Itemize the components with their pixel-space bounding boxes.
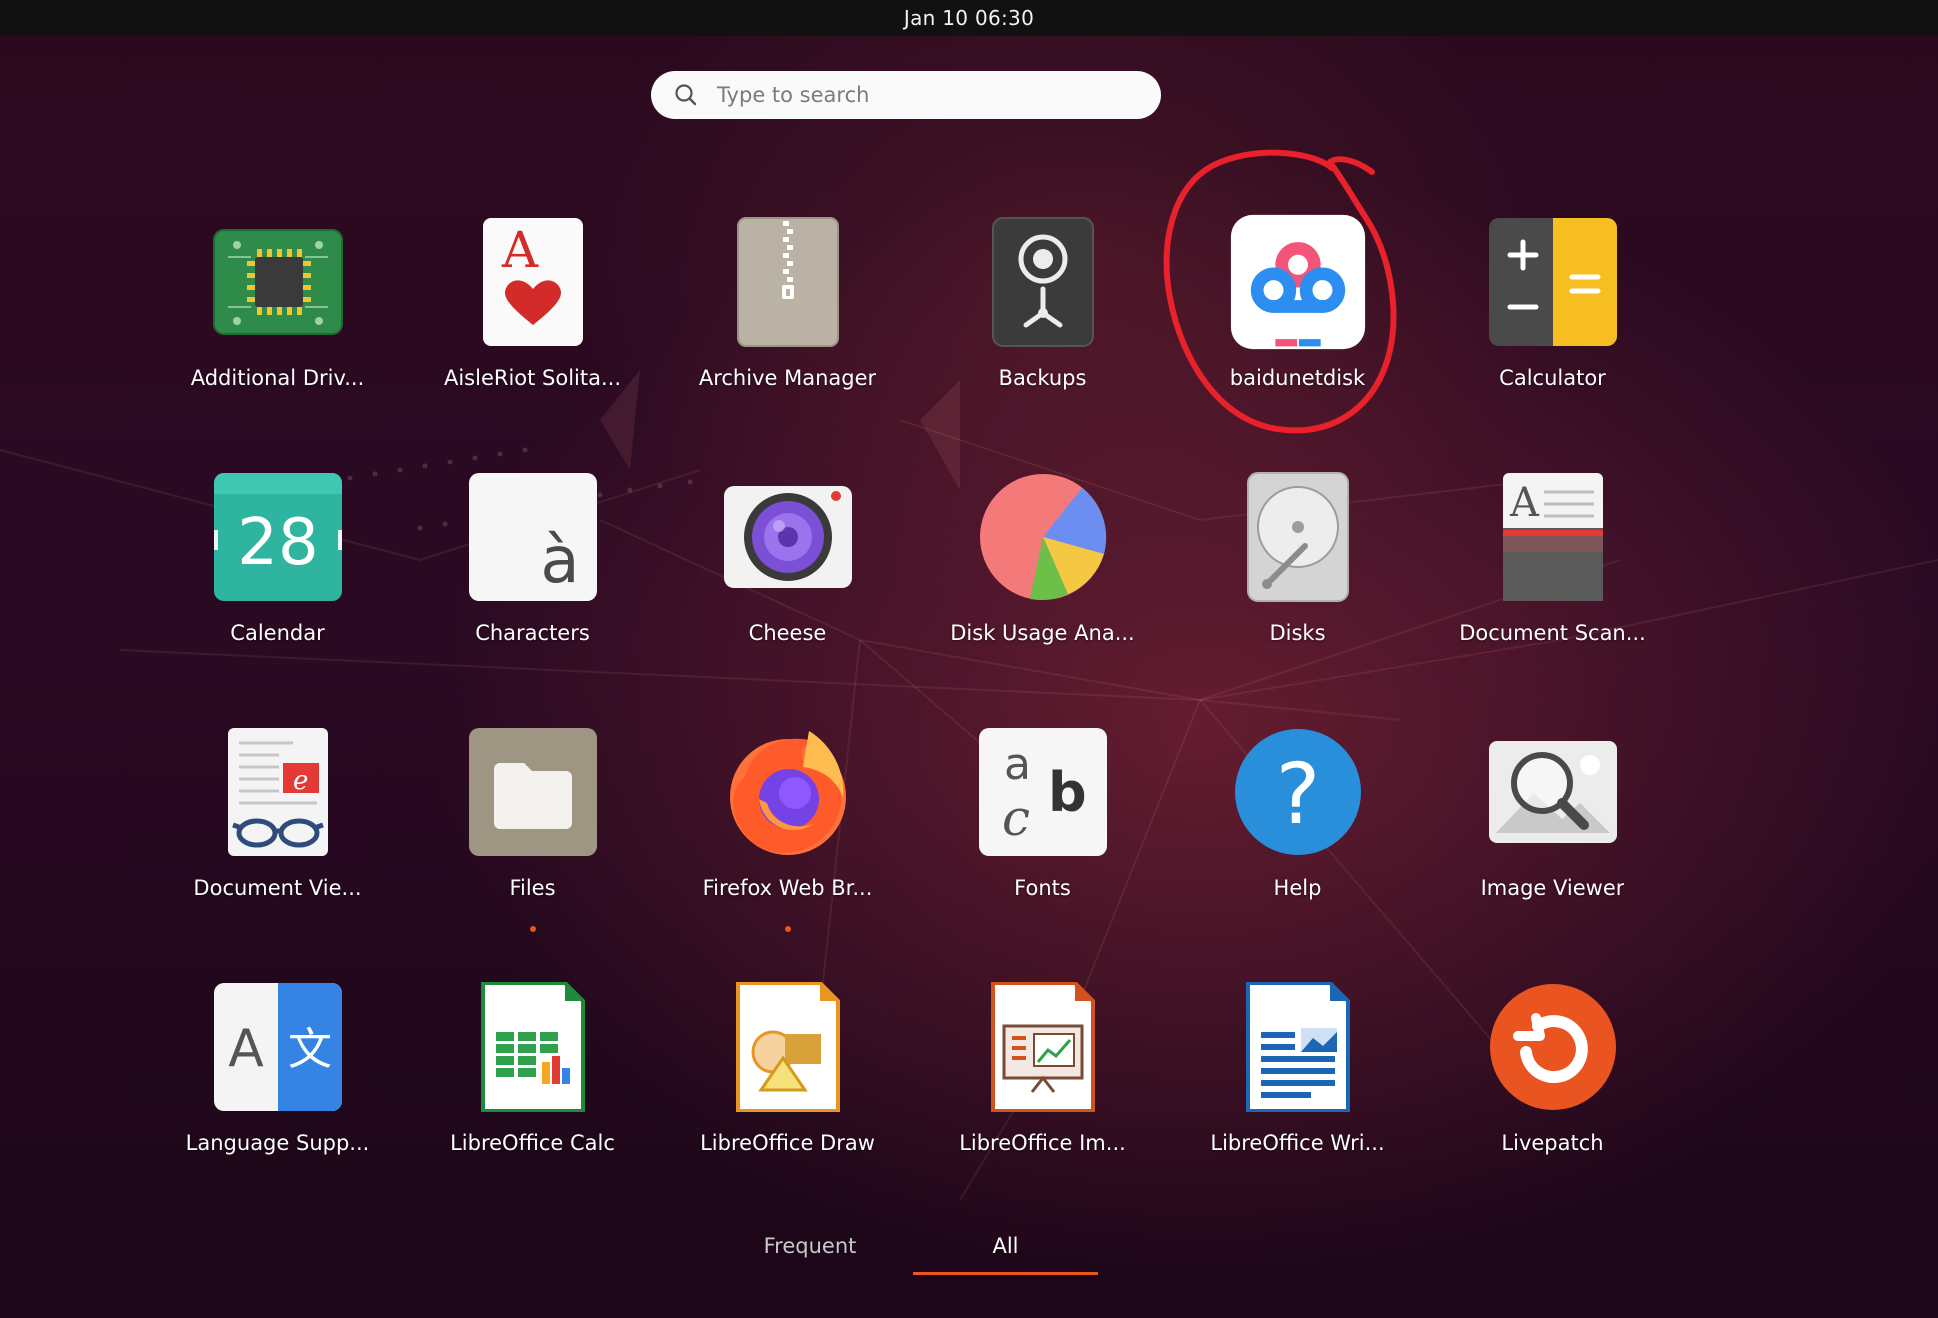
app-label: LibreOffice Wri... [1210,1131,1385,1155]
app-label: Files [509,876,556,900]
app-label: LibreOffice Im... [959,1131,1126,1155]
app-label: Language Supp... [185,1131,370,1155]
svg-text:文: 文 [288,1024,332,1075]
app-disks[interactable]: Disks [1170,455,1425,710]
app-help[interactable]: ? Help [1170,710,1425,965]
firefox-icon [729,731,846,855]
document-viewer-icon: e [227,728,328,856]
app-aisleriot-solitaire[interactable]: A AisleRiot Solita... [405,200,660,455]
hard-disk-icon [1246,472,1349,602]
calculator-icon [1488,218,1617,346]
camera-icon [723,486,852,588]
app-label: Document Scan... [1459,621,1646,645]
folder-icon [468,728,597,856]
running-indicator [784,926,791,932]
svg-text:b: b [1048,761,1087,824]
language-icon: A 文 [213,983,342,1111]
help-icon: ? [1234,729,1361,855]
app-label: baidunetdisk [1229,366,1366,390]
safe-icon [991,217,1094,347]
app-label: Disks [1269,621,1326,645]
app-fonts[interactable]: a c b Fonts [915,710,1170,965]
baidu-cloud-icon [1230,214,1365,350]
svg-text:A: A [501,221,539,279]
app-document-viewer[interactable]: e Document Vie... [150,710,405,965]
app-files[interactable]: Files [405,710,660,965]
libreoffice-calc-icon [480,982,585,1112]
svg-text:A: A [228,1019,264,1079]
svg-text:e: e [293,766,308,796]
app-disk-usage-analyzer[interactable]: Disk Usage Ana... [915,455,1170,710]
scanner-icon: A [1502,473,1603,601]
calendar-icon: 28 [213,473,342,601]
app-characters[interactable]: à Characters [405,455,660,710]
search-input[interactable] [715,82,1119,108]
tab-frequent[interactable]: Frequent [740,1234,880,1258]
app-grid: Additional Driv... A AisleRiot Solita... [150,200,1680,1200]
playing-card-icon: A [482,218,583,346]
svg-text:?: ? [1275,745,1320,843]
app-label: Calculator [1499,366,1606,390]
app-backups[interactable]: Backups [915,200,1170,455]
app-label: Backups [998,366,1087,390]
top-bar: Jan 10 06:30 [0,0,1938,36]
app-archive-manager[interactable]: Archive Manager [660,200,915,455]
app-additional-drivers[interactable]: Additional Driv... [150,200,405,455]
app-label: Image Viewer [1480,876,1625,900]
archive-zip-icon [736,217,839,347]
app-label: Help [1273,876,1322,900]
app-libreoffice-impress[interactable]: LibreOffice Im... [915,965,1170,1220]
view-switcher: Frequent All [0,1234,1938,1284]
app-label: Firefox Web Br... [702,876,873,900]
app-label: Document Vie... [193,876,362,900]
fonts-icon: a c b [978,728,1107,856]
app-libreoffice-writer[interactable]: LibreOffice Wri... [1170,965,1425,1220]
app-label: Fonts [1014,876,1071,900]
app-calendar[interactable]: 28 Calendar [150,455,405,710]
svg-text:a: a [1004,739,1031,790]
svg-text:c: c [1002,789,1030,847]
app-label: Calendar [230,621,325,645]
calendar-day: 28 [237,506,318,580]
chip-icon [212,229,343,335]
app-label: LibreOffice Draw [700,1131,875,1155]
app-label: Cheese [748,621,827,645]
app-livepatch[interactable]: Livepatch [1425,965,1680,1220]
pie-chart-icon [979,474,1106,600]
search-icon [675,84,697,106]
app-label: LibreOffice Calc [450,1131,615,1155]
app-baidunetdisk[interactable]: baidunetdisk [1170,200,1425,455]
app-label: Livepatch [1501,1131,1604,1155]
libreoffice-writer-icon [1245,982,1350,1112]
libreoffice-draw-icon [735,982,840,1112]
clock[interactable]: Jan 10 06:30 [904,6,1034,30]
tab-all[interactable]: All [913,1234,1098,1275]
app-language-support[interactable]: A 文 Language Supp... [150,965,405,1220]
app-libreoffice-draw[interactable]: LibreOffice Draw [660,965,915,1220]
app-document-scanner[interactable]: A Document Scan... [1425,455,1680,710]
image-viewer-icon [1488,741,1617,843]
app-label: AisleRiot Solita... [443,366,622,390]
search-bar[interactable] [651,71,1161,119]
app-libreoffice-calc[interactable]: LibreOffice Calc [405,965,660,1220]
app-label: Characters [475,621,590,645]
livepatch-icon [1489,984,1616,1110]
app-calculator[interactable]: Calculator [1425,200,1680,455]
app-label: Disk Usage Ana... [950,621,1135,645]
running-indicator [529,926,536,932]
app-label: Additional Driv... [190,366,365,390]
characters-glyph: à [540,524,579,598]
svg-text:A: A [1509,480,1540,526]
characters-icon: à [468,473,597,601]
app-image-viewer[interactable]: Image Viewer [1425,710,1680,965]
app-firefox[interactable]: Firefox Web Br... [660,710,915,965]
app-label: Archive Manager [698,366,877,390]
libreoffice-impress-icon [990,982,1095,1112]
app-cheese[interactable]: Cheese [660,455,915,710]
